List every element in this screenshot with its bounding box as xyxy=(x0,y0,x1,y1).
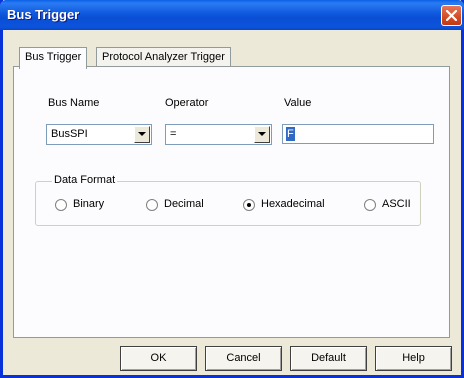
help-button[interactable]: Help xyxy=(375,346,452,371)
bus-name-label: Bus Name xyxy=(48,97,100,109)
cancel-button[interactable]: Cancel xyxy=(205,346,282,371)
value-label: Value xyxy=(284,97,312,109)
chevron-down-icon xyxy=(258,132,266,136)
tab-bus-trigger[interactable]: Bus Trigger xyxy=(19,47,88,69)
chevron-down-icon xyxy=(138,132,146,136)
radio-circle[interactable] xyxy=(146,199,158,211)
bus-name-dropdown-button[interactable] xyxy=(134,126,150,143)
radio-selected-dot xyxy=(247,203,251,207)
radio-circle[interactable] xyxy=(364,199,376,211)
tab-label: Protocol Analyzer Trigger xyxy=(102,51,225,63)
ok-button[interactable]: OK xyxy=(120,346,197,371)
bus-name-select[interactable]: BusSPI xyxy=(46,124,152,145)
radio-label: Binary xyxy=(73,198,105,210)
value-input[interactable]: F xyxy=(282,124,434,144)
default-button[interactable]: Default xyxy=(290,346,367,371)
value-input-text: F xyxy=(286,127,295,141)
radio-circle[interactable] xyxy=(243,199,255,211)
close-icon xyxy=(446,10,457,21)
operator-dropdown-button[interactable] xyxy=(254,126,270,143)
close-button[interactable] xyxy=(441,5,462,26)
operator-select[interactable]: = xyxy=(165,124,272,145)
radio-label: Decimal xyxy=(164,198,204,210)
operator-label: Operator xyxy=(165,97,209,109)
radio-label: Hexadecimal xyxy=(261,198,325,210)
operator-value: = xyxy=(170,128,177,140)
radio-label: ASCII xyxy=(382,198,411,210)
tab-label: Bus Trigger xyxy=(25,51,82,63)
radio-circle[interactable] xyxy=(55,199,67,211)
bus-name-value: BusSPI xyxy=(51,128,88,140)
tab-protocol-analyzer-trigger[interactable]: Protocol Analyzer Trigger xyxy=(96,47,231,67)
title-bar[interactable]: Bus Trigger xyxy=(0,0,464,30)
data-format-legend: Data Format xyxy=(52,174,118,186)
window-title: Bus Trigger xyxy=(7,7,80,22)
